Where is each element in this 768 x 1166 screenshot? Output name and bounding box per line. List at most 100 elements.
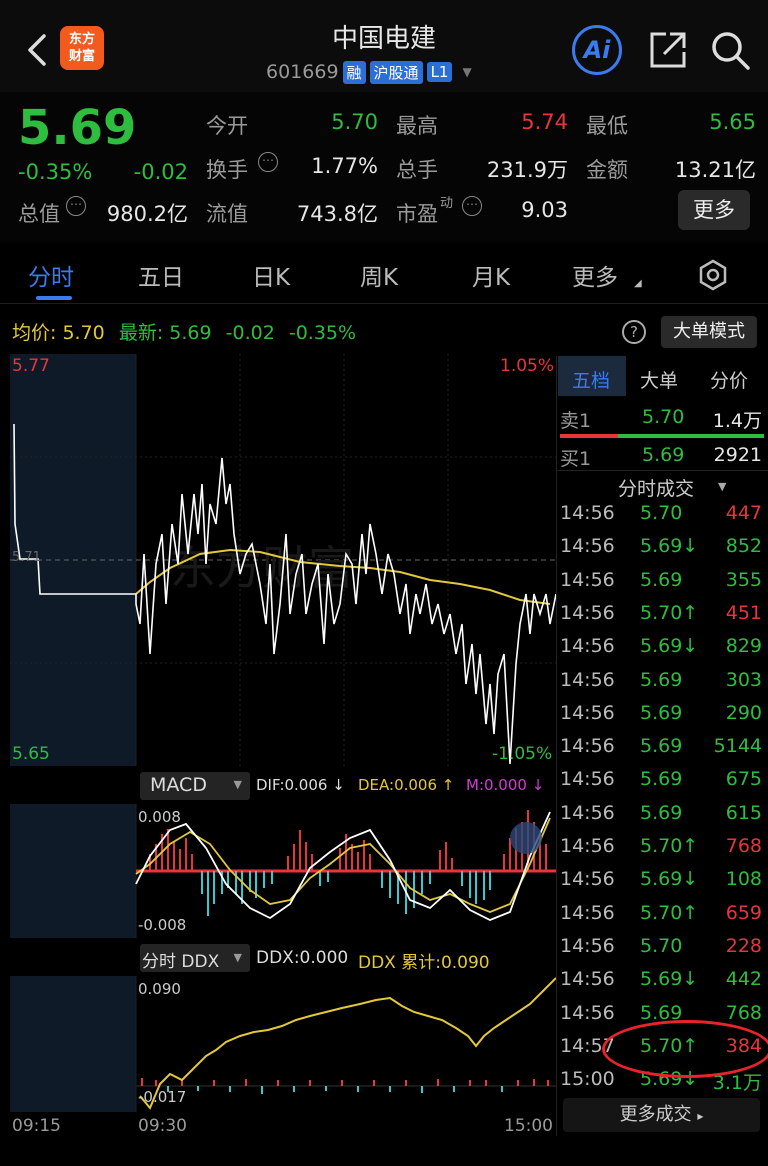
- tab-daily-k[interactable]: 日K: [252, 258, 290, 292]
- trade-volume: 290: [725, 701, 762, 724]
- latest-value: 5.69: [169, 322, 212, 344]
- macd-label: MACD: [150, 774, 207, 796]
- avg-value: 5.70: [62, 322, 105, 344]
- change-pct: -0.35%: [18, 160, 93, 184]
- high-value: 5.74: [521, 110, 568, 134]
- open-label: 今开: [206, 114, 248, 138]
- more-trades-label: 更多成交: [619, 1104, 692, 1125]
- chart-watermark: 东方财富: [170, 541, 354, 595]
- trade-row: 14:56 5.69↓ 442: [560, 966, 766, 996]
- trade-time: 14:56: [560, 934, 615, 957]
- trade-time: 15:00: [560, 1068, 615, 1091]
- tab-more[interactable]: 更多: [572, 258, 618, 292]
- tab-intraday[interactable]: 分时: [28, 258, 74, 292]
- trade-volume: 451: [725, 601, 762, 624]
- expand-icon[interactable]: [510, 822, 542, 854]
- macd-m: M:0.000 ↓: [466, 776, 545, 794]
- trade-time: 14:56: [560, 701, 615, 724]
- trade-row: 14:56 5.70 447: [560, 500, 766, 530]
- trade-volume: 852: [725, 535, 762, 558]
- buy-strength-bar: [618, 434, 764, 438]
- trade-row: 14:56 5.69↓ 829: [560, 633, 766, 663]
- pe-value: 9.03: [521, 198, 568, 222]
- tab-active-indicator: [36, 296, 72, 300]
- avg-label: 均价:: [12, 322, 57, 344]
- tab-big-orders[interactable]: 大单: [640, 366, 678, 393]
- buy1-volume: 2921: [713, 444, 762, 466]
- chevron-right-icon: ▸: [697, 1109, 704, 1123]
- trade-row: 14:56 5.69 355: [560, 567, 766, 597]
- trades-title[interactable]: 分时成交: [618, 474, 694, 501]
- tag-level: L1: [426, 62, 453, 82]
- tab-order-book[interactable]: 五档: [572, 366, 610, 393]
- axis-top-price: 5.77: [12, 356, 50, 376]
- latest-label: 最新:: [118, 322, 164, 344]
- low-value: 5.65: [709, 110, 756, 134]
- latest-pct: -0.35%: [288, 322, 357, 344]
- info-icon[interactable]: ⋯: [258, 152, 278, 172]
- ddx-label: 分时 DDX: [142, 952, 220, 972]
- last-price: 5.69: [18, 100, 137, 156]
- dropdown-caret-icon: ▼: [718, 480, 727, 493]
- trade-price: 5.69: [640, 701, 683, 724]
- macd-axis-bottom: -0.008: [138, 916, 187, 934]
- intraday-info: 均价: 5.70 最新: 5.69 -0.02 -0.35%: [12, 318, 356, 345]
- intraday-price-chart[interactable]: 东方财富: [10, 354, 556, 766]
- help-icon[interactable]: ?: [622, 320, 646, 344]
- ai-assistant-button[interactable]: Ai: [572, 25, 622, 75]
- sell-strength-bar: [560, 434, 618, 438]
- macd-selector[interactable]: MACD ▼: [140, 772, 250, 800]
- info-icon[interactable]: ⋯: [66, 196, 86, 216]
- turnover-label: 换手: [206, 158, 248, 182]
- change-value: -0.02: [133, 160, 188, 184]
- search-icon[interactable]: [708, 28, 752, 72]
- sell1-volume: 1.4万: [712, 410, 762, 432]
- macd-axis-top: 0.008: [138, 808, 181, 826]
- more-trades-button[interactable]: 更多成交 ▸: [563, 1098, 760, 1132]
- trade-price: 5.70: [640, 502, 683, 524]
- trade-price: 5.69: [640, 801, 683, 824]
- trade-volume: 829: [725, 635, 762, 658]
- trade-time: 14:56: [560, 601, 615, 624]
- corner-triangle-icon: ◢: [634, 278, 642, 289]
- buy1-label: 买1: [560, 448, 592, 470]
- tab-price-dist[interactable]: 分价: [710, 366, 748, 393]
- open-value: 5.70: [331, 110, 378, 134]
- trade-volume: 768: [725, 1001, 762, 1024]
- trade-price: 5.70↑: [640, 901, 699, 924]
- axis-bottom-pct: -1.05%: [492, 744, 553, 764]
- macd-chart[interactable]: [10, 804, 556, 938]
- trade-volume: 659: [725, 901, 762, 924]
- dropdown-caret-icon: ▼: [233, 951, 242, 964]
- more-quote-button[interactable]: 更多: [678, 190, 750, 230]
- ddx-axis-bottom: -0.017: [138, 1088, 187, 1106]
- trade-time: 14:56: [560, 1001, 615, 1024]
- divider: [556, 470, 768, 471]
- sell1-price: 5.70: [642, 406, 685, 428]
- trade-time: 14:56: [560, 901, 615, 924]
- trade-time: 14:56: [560, 635, 615, 658]
- ddx-chart[interactable]: [10, 976, 556, 1112]
- trade-row: 14:56 5.69 303: [560, 667, 766, 697]
- stock-subline[interactable]: 601669 融 沪股通 L1 ▼: [266, 60, 472, 84]
- tab-5day[interactable]: 五日: [138, 258, 184, 292]
- info-icon[interactable]: ⋯: [462, 196, 482, 216]
- pe-superscript: 动: [440, 196, 454, 211]
- macd-dea: DEA:0.006 ↑: [358, 776, 455, 794]
- trade-price: 5.69↓: [640, 535, 699, 558]
- tab-monthly-k[interactable]: 月K: [472, 258, 510, 292]
- axis-top-pct: 1.05%: [500, 356, 555, 376]
- sell1-label: 卖1: [560, 410, 592, 432]
- trade-volume: 768: [725, 835, 762, 857]
- tag-connect: 沪股通: [369, 60, 423, 84]
- low-label: 最低: [586, 114, 628, 138]
- trade-row: 14:56 5.70↑ 768: [560, 833, 766, 863]
- buy1-price: 5.69: [642, 444, 685, 466]
- share-icon[interactable]: [648, 30, 688, 70]
- settings-gear-icon[interactable]: [697, 259, 729, 291]
- ddx-selector[interactable]: 分时 DDX ▼: [140, 944, 250, 972]
- tab-weekly-k[interactable]: 周K: [360, 258, 398, 292]
- trade-volume: 108: [725, 868, 762, 891]
- trade-time: 14:56: [560, 535, 615, 558]
- big-order-mode-button[interactable]: 大单模式: [661, 316, 757, 348]
